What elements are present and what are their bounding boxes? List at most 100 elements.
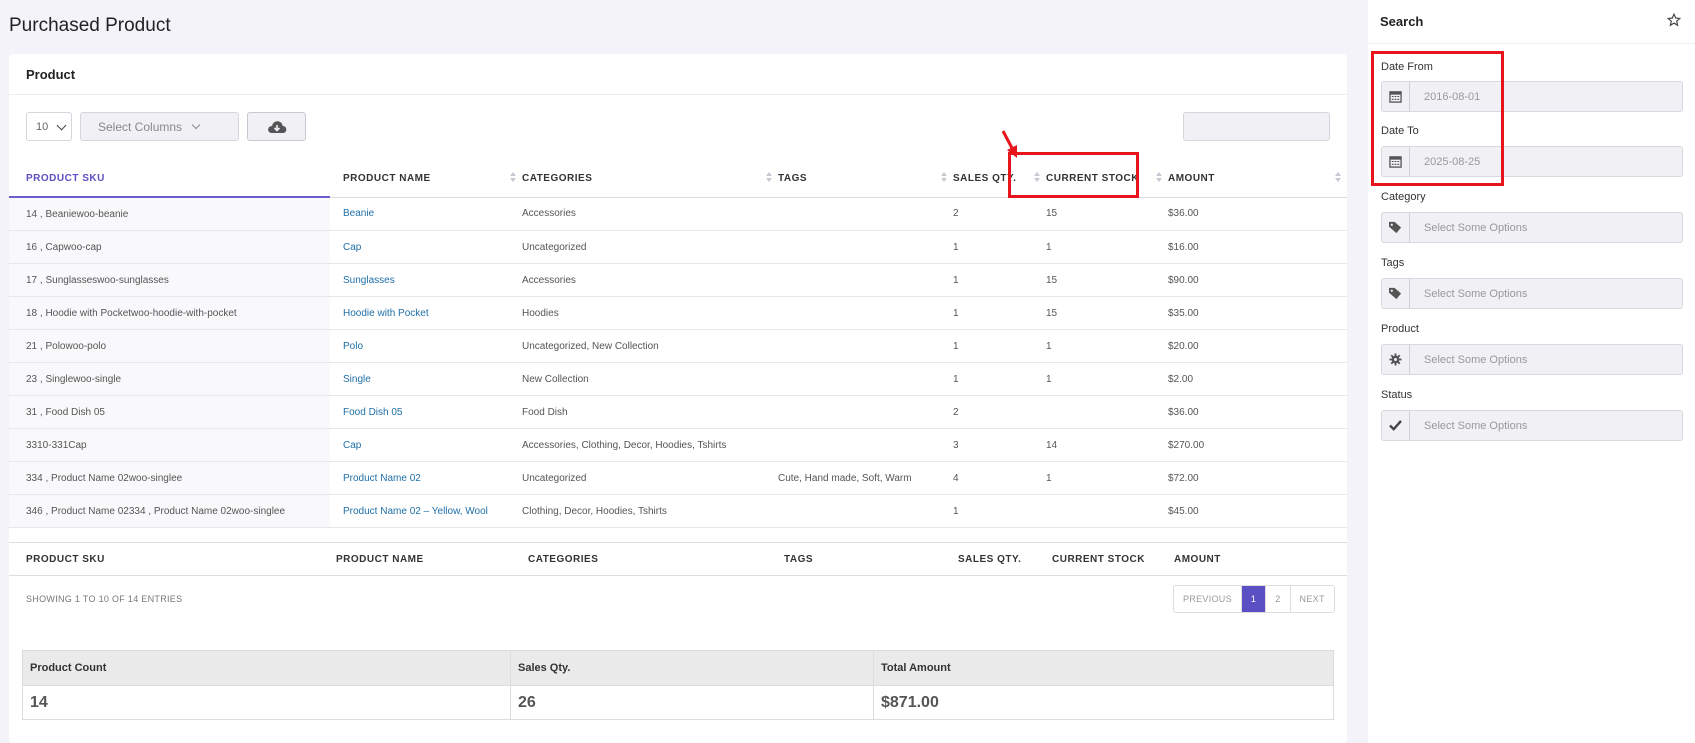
cell-amount: $16.00 xyxy=(1168,230,1347,264)
table-header-row: PRODUCT SKU PRODUCT NAME CATEGORIES TAGS… xyxy=(9,160,1347,198)
summary-sales-qty: 26 xyxy=(510,685,874,720)
status-select[interactable]: Select Some Options xyxy=(1381,410,1683,441)
cell-qty: 1 xyxy=(953,230,1046,264)
cell-categories: New Collection xyxy=(522,362,778,396)
table-row: 334 , Product Name 02woo-singlee Product … xyxy=(9,461,1347,495)
date-from-label: Date From xyxy=(1381,61,1433,73)
column-header-sales-qty[interactable]: SALES QTY. xyxy=(953,160,1046,198)
footer-current-stock: CURRENT STOCK xyxy=(1052,554,1145,565)
sidebar-header: Search xyxy=(1368,0,1695,44)
cell-amount: $45.00 xyxy=(1168,494,1347,528)
column-header-product-name[interactable]: PRODUCT NAME xyxy=(330,160,522,198)
category-label: Category xyxy=(1381,191,1426,203)
cell-stock: 1 xyxy=(1046,362,1168,396)
cell-qty: 2 xyxy=(953,395,1046,429)
download-button[interactable] xyxy=(247,112,306,141)
cell-tags xyxy=(778,230,953,264)
category-select[interactable]: Select Some Options xyxy=(1381,212,1683,243)
column-header-amount[interactable]: AMOUNT xyxy=(1168,160,1347,198)
cell-amount: $36.00 xyxy=(1168,395,1347,429)
cell-qty: 1 xyxy=(953,362,1046,396)
cell-name[interactable]: Cap xyxy=(330,230,522,264)
cell-sku: 346 , Product Name 02334 , Product Name … xyxy=(9,494,330,528)
product-placeholder: Select Some Options xyxy=(1424,354,1528,366)
cell-sku: 17 , Sunglasseswoo-sunglasses xyxy=(9,263,330,297)
cell-tags xyxy=(778,494,953,528)
cell-sku: 16 , Capwoo-cap xyxy=(9,230,330,264)
cell-stock: 15 xyxy=(1046,263,1168,297)
cell-tags xyxy=(778,296,953,330)
calendar-icon xyxy=(1382,82,1410,111)
date-to-input[interactable]: 2025-08-25 xyxy=(1381,146,1683,177)
table-toolbar: 10 Select Columns xyxy=(9,112,1347,144)
cell-name[interactable]: Single xyxy=(330,362,522,396)
cloud-download-icon xyxy=(267,120,286,133)
footer-amount: AMOUNT xyxy=(1174,554,1221,565)
table-row: 17 , Sunglasseswoo-sunglasses Sunglasses A… xyxy=(9,263,1347,297)
cell-tags: Cute, Hand made, Soft, Warm xyxy=(778,461,953,495)
table-row: 16 , Capwoo-cap Cap Uncategorized 1 1 $16.00 xyxy=(9,230,1347,264)
search-sidebar: Search Date From 2016-08-01 Date To 2025… xyxy=(1368,0,1695,743)
column-header-current-stock[interactable]: CURRENT STOCK xyxy=(1046,160,1168,198)
tags-select[interactable]: Select Some Options xyxy=(1381,278,1683,309)
date-to-label: Date To xyxy=(1381,125,1419,137)
cell-amount: $2.00 xyxy=(1168,362,1347,396)
cell-stock: 15 xyxy=(1046,197,1168,231)
cell-name[interactable]: Product Name 02 xyxy=(330,461,522,495)
cell-tags xyxy=(778,395,953,429)
star-icon[interactable] xyxy=(1667,13,1681,27)
cell-name[interactable]: Sunglasses xyxy=(330,263,522,297)
chevron-down-icon xyxy=(56,120,67,131)
sidebar-title: Search xyxy=(1380,14,1424,29)
column-header-categories[interactable]: CATEGORIES xyxy=(522,160,778,198)
cell-tags xyxy=(778,197,953,231)
cell-categories: Accessories, Clothing, Decor, Hoodies, T… xyxy=(522,428,778,462)
cell-name[interactable]: Product Name 02 – Yellow, Wool xyxy=(330,494,522,528)
select-columns-button[interactable]: Select Columns xyxy=(80,112,239,141)
date-from-input[interactable]: 2016-08-01 xyxy=(1381,81,1683,112)
cell-sku: 23 , Singlewoo-single xyxy=(9,362,330,396)
sort-icon xyxy=(1034,172,1040,184)
table-row: 14 , Beaniewoo-beanie Beanie Accessories 2 1… xyxy=(9,197,1347,231)
cell-name[interactable]: Hoodie with Pocket xyxy=(330,296,522,330)
product-card: Product 10 Select Columns PRODUCT SKU PR… xyxy=(9,54,1347,743)
product-select[interactable]: Select Some Options xyxy=(1381,344,1683,375)
cell-name[interactable]: Cap xyxy=(330,428,522,462)
cell-amount: $90.00 xyxy=(1168,263,1347,297)
cell-name[interactable]: Food Dish 05 xyxy=(330,395,522,429)
pagination: PREVIOUS 1 2 NEXT xyxy=(1173,585,1335,613)
sort-icon xyxy=(766,172,772,184)
date-to-value: 2025-08-25 xyxy=(1424,156,1481,168)
column-header-tags[interactable]: TAGS xyxy=(778,160,953,198)
chevron-down-icon xyxy=(191,120,201,129)
cell-categories: Clothing, Decor, Hoodies, Tshirts xyxy=(522,494,778,528)
footer-sales-qty: SALES QTY. xyxy=(958,554,1022,565)
cell-categories: Food Dish xyxy=(522,395,778,429)
cell-qty: 4 xyxy=(953,461,1046,495)
cell-sku: 21 , Polowoo-polo xyxy=(9,329,330,363)
cell-tags xyxy=(778,263,953,297)
table-info: SHOWING 1 TO 10 OF 14 ENTRIES xyxy=(26,594,183,604)
table-search-input[interactable] xyxy=(1183,112,1330,141)
page-length-select[interactable]: 10 xyxy=(26,112,72,141)
cell-qty: 1 xyxy=(953,494,1046,528)
cell-name[interactable]: Beanie xyxy=(330,197,522,231)
previous-page-button[interactable]: PREVIOUS xyxy=(1174,586,1242,612)
table-row: 18 , Hoodie with Pocketwoo-hoodie-with-p… xyxy=(9,296,1347,330)
column-header-sku[interactable]: PRODUCT SKU xyxy=(9,160,330,198)
table-row: 31 , Food Dish 05 Food Dish 05 Food Dish 2 $… xyxy=(9,395,1347,429)
cell-amount: $72.00 xyxy=(1168,461,1347,495)
cell-name[interactable]: Polo xyxy=(330,329,522,363)
footer-tags: TAGS xyxy=(784,554,814,565)
summary-sales-qty-label: Sales Qty. xyxy=(510,650,874,686)
cell-stock: 1 xyxy=(1046,230,1168,264)
check-icon xyxy=(1382,411,1410,440)
cell-stock xyxy=(1046,395,1168,429)
cell-amount: $20.00 xyxy=(1168,329,1347,363)
page-button-2[interactable]: 2 xyxy=(1266,586,1291,612)
cell-stock xyxy=(1046,494,1168,528)
page-title: Purchased Product xyxy=(9,15,171,36)
next-page-button[interactable]: NEXT xyxy=(1291,586,1334,612)
summary-total-amount-label: Total Amount xyxy=(873,650,1334,686)
page-button-1[interactable]: 1 xyxy=(1241,586,1267,612)
